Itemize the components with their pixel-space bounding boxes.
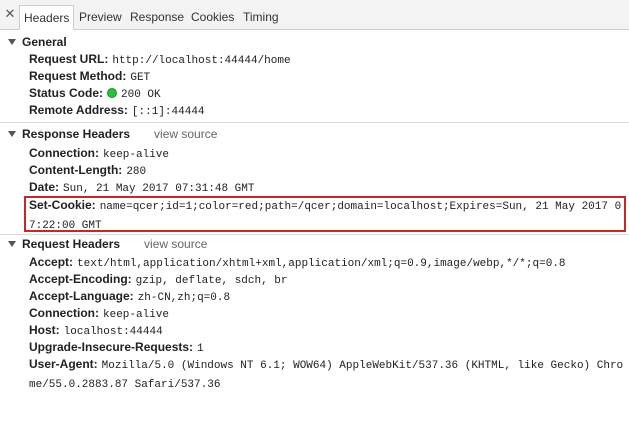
header-value: 200 OK xyxy=(121,89,161,101)
tab-timing[interactable]: Timing xyxy=(243,5,279,30)
set-cookie-highlight-box xyxy=(24,196,626,232)
expand-triangle-icon xyxy=(8,241,16,247)
request-row-user-agent: User-Agent: Mozilla/5.0 (Windows NT 6.1; … xyxy=(29,356,625,394)
request-row-host: Host: localhost:44444 xyxy=(29,322,163,339)
header-value: [::1]:44444 xyxy=(131,106,205,118)
header-key: Accept-Encoding: xyxy=(29,272,132,286)
general-row-request-url: Request URL: http://localhost:44444/home xyxy=(29,51,291,68)
request-headers-section-header[interactable]: Request Headers view source xyxy=(8,236,207,252)
header-value: text/html,application/xhtml+xml,applicat… xyxy=(77,258,566,270)
header-key: Connection: xyxy=(29,146,99,160)
header-key: Status Code: xyxy=(29,86,104,100)
response-headers-section-header[interactable]: Response Headers view source xyxy=(8,126,217,142)
header-value: keep-alive xyxy=(103,309,170,321)
header-value: zh-CN,zh;q=0.8 xyxy=(137,292,231,304)
request-row-accept-language: Accept-Language: zh-CN,zh;q=0.8 xyxy=(29,288,230,305)
header-key: Content-Length: xyxy=(29,163,123,177)
header-value: GET xyxy=(130,72,151,84)
header-key: Remote Address: xyxy=(29,103,128,117)
status-ok-icon xyxy=(107,88,118,98)
view-source-link[interactable]: view source xyxy=(154,127,217,141)
view-source-link[interactable]: view source xyxy=(144,237,207,251)
request-row-accept: Accept: text/html,application/xhtml+xml,a… xyxy=(29,254,566,271)
request-row-upgrade-insecure-requests: Upgrade-Insecure-Requests: 1 xyxy=(29,339,204,356)
header-key: Host: xyxy=(29,323,60,337)
expand-triangle-icon xyxy=(8,131,16,137)
tab-cookies[interactable]: Cookies xyxy=(191,5,234,30)
close-icon[interactable]: ✕ xyxy=(4,7,16,20)
general-row-remote-address: Remote Address: [::1]:44444 xyxy=(29,102,205,119)
general-title: General xyxy=(22,35,67,49)
header-value: http://localhost:44444/home xyxy=(112,55,291,67)
header-value: 280 xyxy=(126,166,147,178)
header-key: Date: xyxy=(29,180,60,194)
header-key: Upgrade-Insecure-Requests: xyxy=(29,340,194,354)
response-headers-title: Response Headers xyxy=(22,127,131,141)
general-row-request-method: Request Method: GET xyxy=(29,68,150,85)
section-divider xyxy=(0,234,629,235)
request-row-accept-encoding: Accept-Encoding: gzip, deflate, sdch, br xyxy=(29,271,288,288)
header-value: localhost:44444 xyxy=(63,326,163,338)
tab-response[interactable]: Response xyxy=(130,5,184,30)
request-row-connection: Connection: keep-alive xyxy=(29,305,169,322)
expand-triangle-icon xyxy=(8,39,16,45)
tab-preview[interactable]: Preview xyxy=(79,5,122,30)
header-value: gzip, deflate, sdch, br xyxy=(135,275,288,287)
tab-headers[interactable]: Headers xyxy=(19,5,75,30)
header-value: keep-alive xyxy=(103,149,170,161)
header-key: Accept: xyxy=(29,255,74,269)
header-key: Request Method: xyxy=(29,69,127,83)
header-value: Sun, 21 May 2017 07:31:48 GMT xyxy=(63,183,255,195)
header-key: Accept-Language: xyxy=(29,289,134,303)
header-value: Mozilla/5.0 (Windows NT 6.1; WOW64) Appl… xyxy=(29,360,624,391)
header-key: Request URL: xyxy=(29,52,109,66)
request-headers-title: Request Headers xyxy=(22,237,121,251)
tab-bar: ✕ Headers Preview Response Cookies Timin… xyxy=(0,0,629,30)
response-row-date: Date: Sun, 21 May 2017 07:31:48 GMT xyxy=(29,179,254,196)
response-row-connection: Connection: keep-alive xyxy=(29,145,169,162)
section-divider xyxy=(0,122,629,123)
header-key: User-Agent: xyxy=(29,357,98,371)
response-row-content-length: Content-Length: 280 xyxy=(29,162,146,179)
header-value: 1 xyxy=(197,343,204,355)
header-key: Connection: xyxy=(29,306,99,320)
general-row-status-code: Status Code: 200 OK xyxy=(29,85,161,102)
general-section-header[interactable]: General xyxy=(8,34,67,50)
